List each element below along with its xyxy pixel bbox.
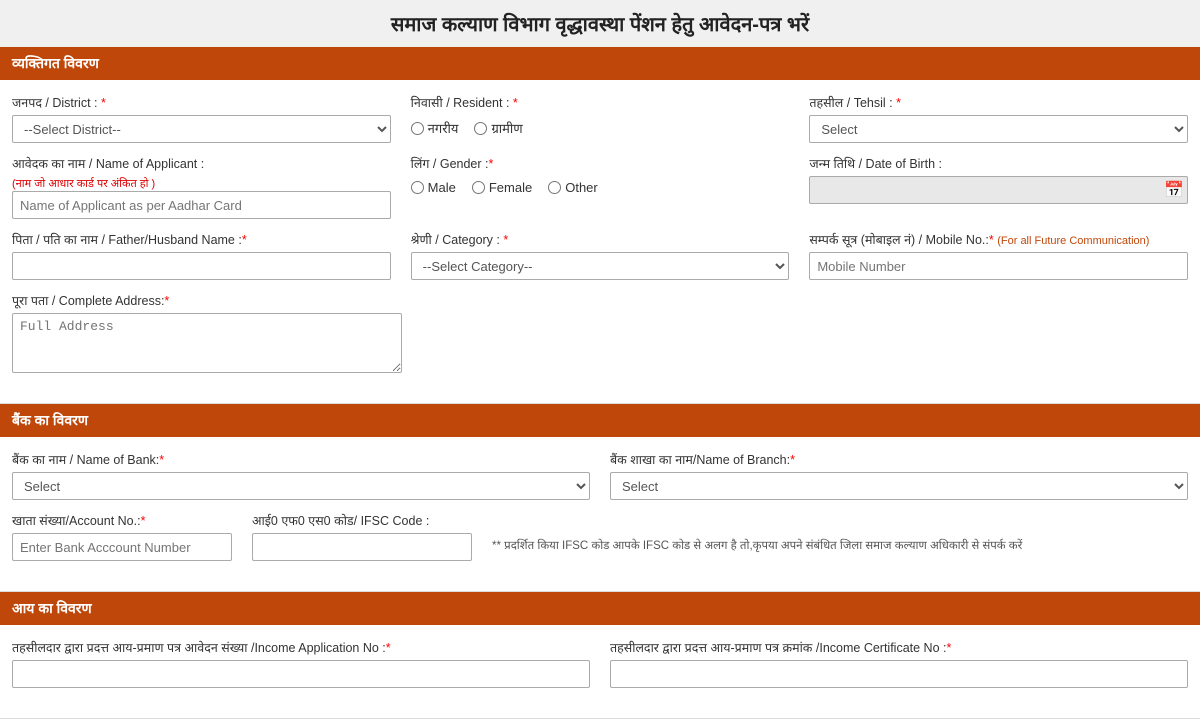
gender-male-radio[interactable]	[411, 181, 424, 194]
address-textarea[interactable]	[12, 313, 402, 373]
bank-name-label: बैंक का नाम / Name of Bank:*	[12, 451, 590, 468]
field-ifsc-note: ** प्रदर्शित किया IFSC कोड आपके IFSC कोड…	[492, 512, 1188, 553]
mobile-label: सम्पर्क सूत्र (मोबाइल नं) / Mobile No.:*…	[809, 231, 1188, 248]
gender-other-label: Other	[565, 180, 598, 195]
gender-female-radio[interactable]	[472, 181, 485, 194]
field-tehsil: तहसील / Tehsil : * Select	[809, 94, 1188, 143]
field-applicant-name: आवेदक का नाम / Name of Applicant : (नाम …	[12, 155, 391, 219]
bank-section-body: बैंक का नाम / Name of Bank:* Select बैंक…	[0, 437, 1200, 592]
field-father-husband: पिता / पति का नाम / Father/Husband Name …	[12, 231, 391, 280]
resident-label: निवासी / Resident : *	[411, 94, 790, 111]
gender-label: लिंग / Gender :*	[411, 155, 790, 172]
field-category: श्रेणी / Category : * --Select Category-…	[411, 231, 790, 280]
applicant-name-note: (नाम जो आधार कार्ड पर अंकित हो )	[12, 176, 391, 191]
personal-section: व्यक्तिगत विवरण जनपद / District : * --Se…	[0, 47, 1200, 404]
income-cert-no-input[interactable]	[610, 660, 1188, 688]
category-label: श्रेणी / Category : *	[411, 231, 790, 248]
district-select[interactable]: --Select District--	[12, 115, 391, 143]
district-label: जनपद / District : *	[12, 94, 391, 111]
row-bank-branch: बैंक का नाम / Name of Bank:* Select बैंक…	[12, 451, 1188, 500]
mobile-input[interactable]	[809, 252, 1188, 280]
income-app-no-input[interactable]	[12, 660, 590, 688]
dob-input[interactable]	[809, 176, 1188, 204]
account-no-input[interactable]	[12, 533, 232, 561]
resident-nagrik-radio[interactable]	[411, 122, 424, 135]
row-address: पूरा पता / Complete Address:*	[12, 292, 1188, 373]
bank-section-header: बैंक का विवरण	[0, 404, 1200, 437]
dob-date-wrapper: 📅	[809, 176, 1188, 204]
resident-nagrik-label: नगरीय	[428, 119, 459, 137]
row-father-category-mobile: पिता / पति का नाम / Father/Husband Name …	[12, 231, 1188, 280]
field-mobile: सम्पर्क सूत्र (मोबाइल नं) / Mobile No.:*…	[809, 231, 1188, 280]
ifsc-input[interactable]	[252, 533, 472, 561]
row-income: तहसीलदार द्वारा प्रदत्त आय-प्रमाण पत्र आ…	[12, 639, 1188, 688]
resident-radio-group: नगरीय ग्रामीण	[411, 119, 790, 137]
category-select[interactable]: --Select Category--	[411, 252, 790, 280]
personal-section-header: व्यक्तिगत विवरण	[0, 47, 1200, 80]
personal-section-body: जनपद / District : * --Select District-- …	[0, 80, 1200, 404]
field-bank-name: बैंक का नाम / Name of Bank:* Select	[12, 451, 590, 500]
resident-gramin-option[interactable]: ग्रामीण	[474, 119, 522, 137]
gender-radio-group: Male Female Other	[411, 180, 790, 195]
field-address: पूरा पता / Complete Address:*	[12, 292, 402, 373]
income-section-body: तहसीलदार द्वारा प्रदत्त आय-प्रमाण पत्र आ…	[0, 625, 1200, 719]
field-district: जनपद / District : * --Select District--	[12, 94, 391, 143]
gender-male-label: Male	[428, 180, 456, 195]
resident-gramin-label: ग्रामीण	[491, 119, 522, 137]
dob-label: जन्म तिथि / Date of Birth :	[809, 155, 1188, 172]
field-account-no: खाता संख्या/Account No.:*	[12, 512, 232, 561]
bank-section: बैंक का विवरण बैंक का नाम / Name of Bank…	[0, 404, 1200, 592]
gender-female-option[interactable]: Female	[472, 180, 532, 195]
row-district-resident-tehsil: जनपद / District : * --Select District-- …	[12, 94, 1188, 143]
address-label: पूरा पता / Complete Address:*	[12, 292, 402, 309]
income-app-no-label: तहसीलदार द्वारा प्रदत्त आय-प्रमाण पत्र आ…	[12, 639, 590, 656]
applicant-name-input[interactable]	[12, 191, 391, 219]
bank-name-select[interactable]: Select	[12, 472, 590, 500]
calendar-icon[interactable]: 📅	[1164, 180, 1184, 200]
ifsc-note-spacer	[492, 512, 1188, 526]
page-title: समाज कल्याण विभाग वृद्धावस्था पेंशन हेतु…	[0, 0, 1200, 47]
branch-name-select[interactable]: Select	[610, 472, 1188, 500]
account-no-label: खाता संख्या/Account No.:*	[12, 512, 232, 529]
field-income-cert-no: तहसीलदार द्वारा प्रदत्त आय-प्रमाण पत्र क…	[610, 639, 1188, 688]
income-section: आय का विवरण तहसीलदार द्वारा प्रदत्त आय-प…	[0, 592, 1200, 719]
field-ifsc: आई0 एफ0 एस0 कोड/ IFSC Code :	[252, 512, 472, 561]
applicant-name-label: आवेदक का नाम / Name of Applicant :	[12, 155, 391, 172]
field-dob: जन्म तिथि / Date of Birth : 📅	[809, 155, 1188, 204]
resident-nagrik-option[interactable]: नगरीय	[411, 119, 459, 137]
father-husband-label: पिता / पति का नाम / Father/Husband Name …	[12, 231, 391, 248]
gender-female-label: Female	[489, 180, 532, 195]
father-husband-input[interactable]	[12, 252, 391, 280]
field-resident: निवासी / Resident : * नगरीय ग्रामीण	[411, 94, 790, 137]
income-cert-no-label: तहसीलदार द्वारा प्रदत्त आय-प्रमाण पत्र क…	[610, 639, 1188, 656]
tehsil-select[interactable]: Select	[809, 115, 1188, 143]
row-account-ifsc-note: खाता संख्या/Account No.:* आई0 एफ0 एस0 को…	[12, 512, 1188, 561]
mobile-note: (For all Future Communication)	[997, 235, 1149, 247]
branch-name-label: बैंक शाखा का नाम/Name of Branch:*	[610, 451, 1188, 468]
ifsc-label: आई0 एफ0 एस0 कोड/ IFSC Code :	[252, 512, 472, 529]
tehsil-label: तहसील / Tehsil : *	[809, 94, 1188, 111]
field-branch-name: बैंक शाखा का नाम/Name of Branch:* Select	[610, 451, 1188, 500]
ifsc-note-text: ** प्रदर्शित किया IFSC कोड आपके IFSC कोड…	[492, 538, 1188, 553]
resident-gramin-radio[interactable]	[474, 122, 487, 135]
income-section-header: आय का विवरण	[0, 592, 1200, 625]
gender-other-option[interactable]: Other	[548, 180, 598, 195]
gender-male-option[interactable]: Male	[411, 180, 456, 195]
gender-other-radio[interactable]	[548, 181, 561, 194]
field-income-app-no: तहसीलदार द्वारा प्रदत्त आय-प्रमाण पत्र आ…	[12, 639, 590, 688]
row-name-gender-dob: आवेदक का नाम / Name of Applicant : (नाम …	[12, 155, 1188, 219]
field-gender: लिंग / Gender :* Male Female Other	[411, 155, 790, 195]
